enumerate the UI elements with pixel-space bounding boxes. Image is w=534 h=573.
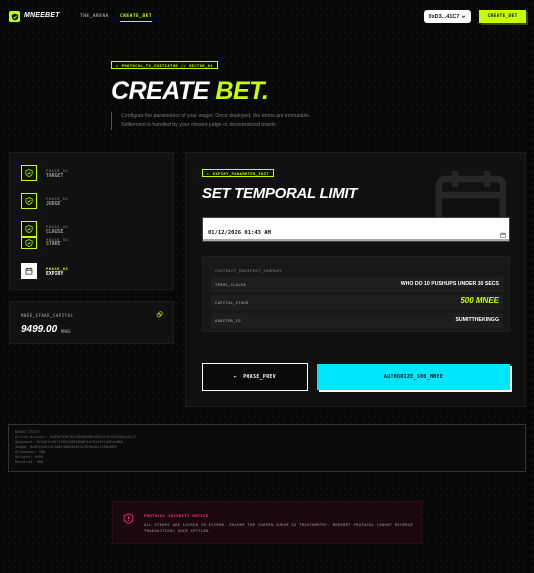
- security-notice: PROTOCOL SECURITY NOTICE ALL STAKES ARE …: [112, 501, 422, 544]
- phase-item-clause[interactable]: PHASE_03 CLAUSE: [21, 221, 161, 238]
- section-title: SET TEMPORAL LIMIT: [202, 185, 358, 202]
- check-shield-icon: [21, 165, 37, 181]
- calendar-icon: [21, 263, 37, 279]
- summary-label: CAPITAL_STAKE: [215, 300, 249, 305]
- notice-text: ALL STAKES ARE LOCKED IN ESCROW. ENSURE …: [144, 522, 413, 533]
- terminal-icon: ▸: [116, 62, 119, 68]
- summary-label: TERMS_CLAUSE: [215, 282, 247, 287]
- page-title: CREATE BET.: [111, 77, 269, 106]
- expiry-datetime-input[interactable]: 01/12/2026 01:43 AM: [202, 217, 510, 242]
- phase-name: CLAUSE: [46, 230, 64, 235]
- logo-shield-icon[interactable]: [9, 11, 20, 22]
- coins-icon: [156, 311, 163, 318]
- stake-capital-label: MNEE_STAKE_CAPITAL: [21, 313, 74, 318]
- logo-text[interactable]: MNEEBET: [24, 12, 60, 19]
- summary-row-stake: CAPITAL_STAKE 500 MNEE: [211, 295, 503, 310]
- protocol-tag-label: PROTOCOL_TX_INITIATOR // SECTOR_01: [121, 62, 214, 68]
- phase-number: PHASE_02: [46, 196, 69, 201]
- summary-row-arbiter: ARBITER_ID SUMITTHEKINGG: [211, 313, 503, 328]
- check-shield-icon: [21, 221, 37, 237]
- arrow-left-icon: ←: [233, 374, 238, 380]
- phase-item-target[interactable]: PHASE_01 TARGET: [21, 165, 161, 182]
- phase-name: STAKE: [46, 242, 61, 247]
- check-shield-icon: [21, 237, 37, 249]
- expiry-tag: ▸ EXPIRY_PARAMETER_INIT: [202, 169, 275, 177]
- summary-row-terms: TERMS_CLAUSE WHO DO 10 PUSHUPS UNDER 30 …: [211, 277, 503, 292]
- phase-item-stake[interactable]: PHASE_04 STAKE: [21, 237, 161, 254]
- summary-value: 500 MNEE: [460, 296, 499, 305]
- summary-header: CONTRACT_MANIFEST_SUMMARY: [215, 268, 283, 273]
- page-title-green: BET.: [215, 77, 269, 105]
- summary-label: ARBITER_ID: [215, 318, 241, 323]
- expiry-tag-label: EXPIRY_PARAMETER_INIT: [212, 170, 270, 176]
- phase-name: EXPIRY: [46, 272, 64, 277]
- notice-title: PROTOCOL SECURITY NOTICE: [144, 513, 209, 518]
- phase-prev-label: PHASE_PREV: [243, 374, 277, 380]
- check-shield-icon: [21, 193, 37, 209]
- stake-capital-value: 9499.00: [21, 324, 58, 335]
- wallet-address: 0xD3...41C7: [428, 13, 460, 20]
- page-description-line-2: Settlement is handled by your chosen jud…: [121, 122, 278, 128]
- authorize-button[interactable]: AUTHORIZE_500_MNEE: [317, 364, 510, 390]
- create-bet-button[interactable]: CREATE_BET: [479, 10, 526, 23]
- expiry-panel: ▸ EXPIRY_PARAMETER_INIT SET TEMPORAL LIM…: [185, 152, 526, 407]
- phase-name: JUDGE: [46, 202, 61, 207]
- protocol-tag: ▸ PROTOCOL_TX_INITIATOR // SECTOR_01: [111, 61, 219, 69]
- page-description: Configure the parameters of your wager. …: [111, 112, 351, 130]
- phase-number: PHASE_03: [46, 224, 69, 229]
- page-description-line-1: Configure the parameters of your wager. …: [121, 113, 311, 119]
- phase-item-expiry[interactable]: PHASE_05 EXPIRY: [21, 263, 161, 280]
- chevron-down-icon: [462, 15, 466, 18]
- page-title-white: CREATE: [111, 77, 209, 105]
- phase-prev-button[interactable]: ← PHASE_PREV: [202, 363, 308, 391]
- debug-line: Required: 500: [15, 460, 44, 464]
- summary-value: WHO DO 10 PUSHUPS UNDER 30 SECS: [400, 281, 499, 287]
- debug-state-panel: DEBUG_STATE: Active Account: 0xD3a7E6f1b…: [8, 424, 526, 472]
- summary-value: SUMITTHEKINGG: [455, 317, 499, 323]
- calendar-icon[interactable]: [500, 232, 506, 238]
- stake-capital-card: MNEE_STAKE_CAPITAL 9499.00 MNEE: [9, 301, 174, 344]
- nav-link-create-bet[interactable]: CREATE_BET: [120, 14, 153, 22]
- wallet-button[interactable]: 0xD3...41C7: [424, 10, 471, 23]
- stake-capital-unit: MNEE: [61, 329, 71, 334]
- terminal-icon: ▸: [207, 170, 210, 176]
- top-bar: MNEEBET THE_ARENA CREATE_BET 0xD3...41C7…: [0, 0, 534, 34]
- phase-item-judge[interactable]: PHASE_02 JUDGE: [21, 193, 161, 210]
- contract-summary: CONTRACT_MANIFEST_SUMMARY TERMS_CLAUSE W…: [202, 256, 510, 332]
- phase-number: PHASE_05: [46, 266, 69, 271]
- phase-number: PHASE_01: [46, 168, 69, 173]
- nav-link-arena[interactable]: THE_ARENA: [80, 14, 109, 19]
- phase-name: TARGET: [46, 174, 64, 179]
- shield-alert-icon: [123, 513, 134, 524]
- phase-stepper: PHASE_01 TARGET PHASE_02 JUDGE PHASE_03 …: [9, 152, 174, 290]
